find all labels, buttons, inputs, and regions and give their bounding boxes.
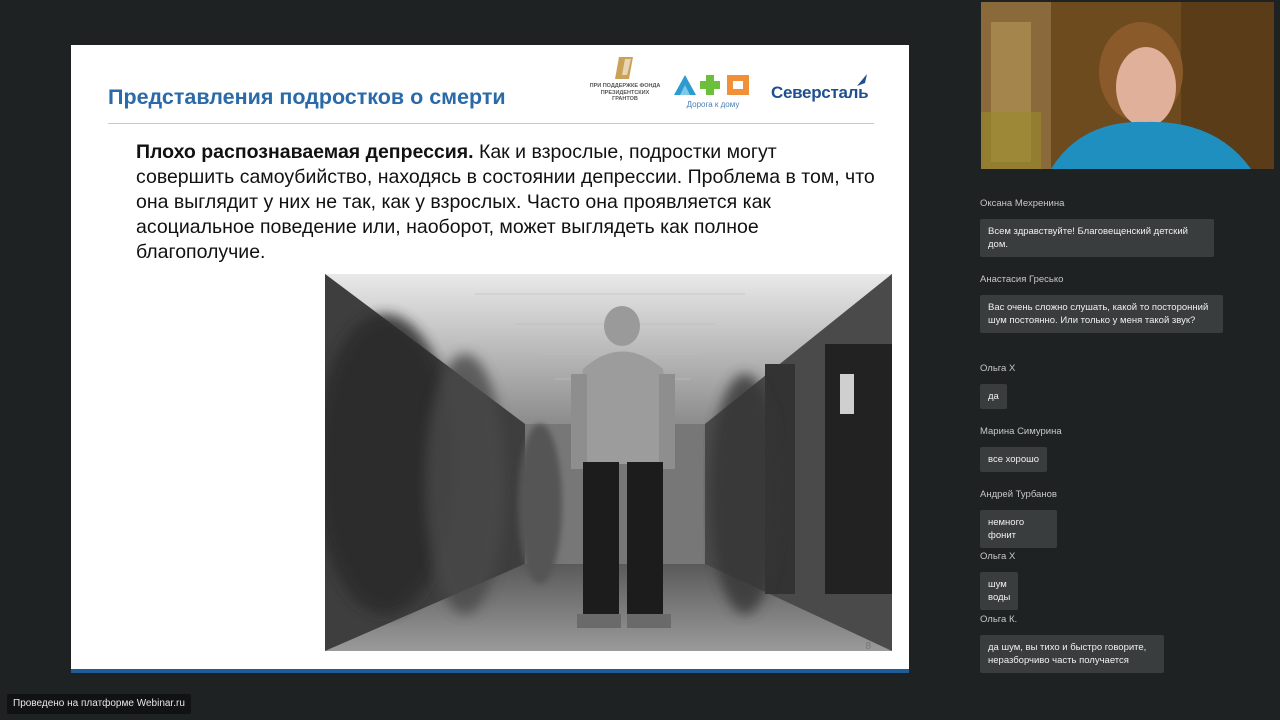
chat-message: Ольга Х шум воды <box>980 551 1019 610</box>
chat-bubble: Всем здравствуйте! Благовещенский детски… <box>980 219 1214 257</box>
chat-message: Марина Симурина все хорошо <box>980 426 1062 472</box>
severstal-logo: Северсталь <box>771 73 871 109</box>
chat-bubble: немного фонит <box>980 510 1057 548</box>
body-bold-lead: Плохо распознаваемая депрессия. <box>136 141 474 163</box>
slide-page-number: 8 <box>865 641 871 652</box>
platform-badge[interactable]: Проведено на платформе Webinar.ru <box>7 694 191 714</box>
chat-message: Оксана Мехренина Всем здравствуйте! Благ… <box>980 198 1214 257</box>
chat-message: Андрей Турбанов немного фонит <box>980 489 1057 548</box>
title-divider <box>108 123 874 124</box>
presentation-slide: Представления подростков о смерти ПРИ ПО… <box>71 45 909 673</box>
chat-author: Анастасия Гресько <box>980 274 1064 285</box>
presidential-grants-fund-logo: ПРИ ПОДДЕРЖКЕ ФОНДА ПРЕЗИДЕНТСКИХ ГРАНТО… <box>589 55 661 113</box>
slide-bottom-bar <box>71 669 909 673</box>
chat-author: Ольга Х <box>980 551 1016 562</box>
chat-bubble: шум воды <box>980 572 1019 610</box>
doroga-k-domu-logo: Дорога к дому <box>672 73 754 113</box>
chat-message: Ольга К. да шум, вы тихо и быстро говори… <box>980 614 1164 673</box>
chat-bubble: все хорошо <box>980 447 1048 472</box>
chat-author: Оксана Мехренина <box>980 198 1065 209</box>
slide-body-text: Плохо распознаваемая депрессия. Как и вз… <box>136 140 876 265</box>
chat-author: Ольга Х <box>980 363 1016 374</box>
chat-author: Марина Симурина <box>980 426 1062 437</box>
presenter-webcam <box>981 2 1274 169</box>
slide-title: Представления подростков о смерти <box>108 85 506 109</box>
chat-author: Ольга К. <box>980 614 1018 625</box>
severstal-logo-text: Северсталь <box>771 83 869 102</box>
doroga-logo-text: Дорога к дому <box>686 100 740 109</box>
chat-bubble: Вас очень сложно слушать, какой то посто… <box>980 295 1223 333</box>
chat-bubble: да шум, вы тихо и быстро говорите, нераз… <box>980 635 1164 673</box>
chat-message: Ольга Х да <box>980 363 1016 409</box>
chat-message: Анастасия Гресько Вас очень сложно слуша… <box>980 274 1223 333</box>
hallway-teenager-photo <box>325 274 892 651</box>
chat-author: Андрей Турбанов <box>980 489 1057 500</box>
doroga-shapes-icon <box>674 75 749 95</box>
severstal-arrow-icon <box>857 74 867 86</box>
chat-bubble: да <box>980 384 1007 409</box>
hallway-illustration <box>325 274 892 651</box>
presenter-video <box>981 2 1274 169</box>
fund-emblem-icon <box>615 57 633 79</box>
fund-logo-text: ПРИ ПОДДЕРЖКЕ ФОНДА ПРЕЗИДЕНТСКИХ ГРАНТО… <box>589 83 661 102</box>
